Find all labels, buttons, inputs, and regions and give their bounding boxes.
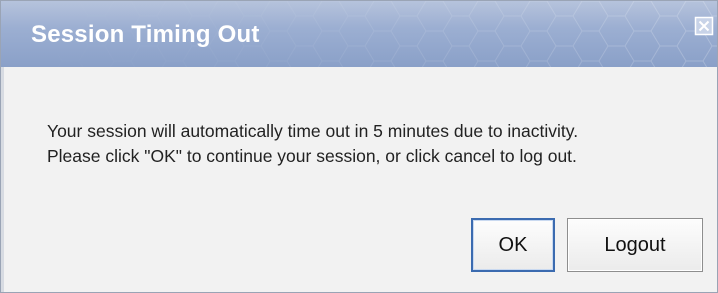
ok-button[interactable]: OK <box>471 218 555 272</box>
close-icon <box>694 16 714 36</box>
dialog-content: Your session will automatically time out… <box>1 67 717 292</box>
message-line: Please click "OK" to continue your sessi… <box>47 146 577 166</box>
timeout-message: Your session will automatically time out… <box>47 119 578 169</box>
dialog-titlebar[interactable]: Session Timing Out <box>1 1 717 67</box>
dialog-left-edge <box>1 67 4 292</box>
logout-button[interactable]: Logout <box>567 218 703 272</box>
message-line: Your session will automatically time out… <box>47 121 579 141</box>
dialog-title: Session Timing Out <box>31 21 260 48</box>
session-timeout-dialog: Session Timing Out Your session will aut… <box>0 0 718 293</box>
close-button[interactable] <box>694 16 714 36</box>
